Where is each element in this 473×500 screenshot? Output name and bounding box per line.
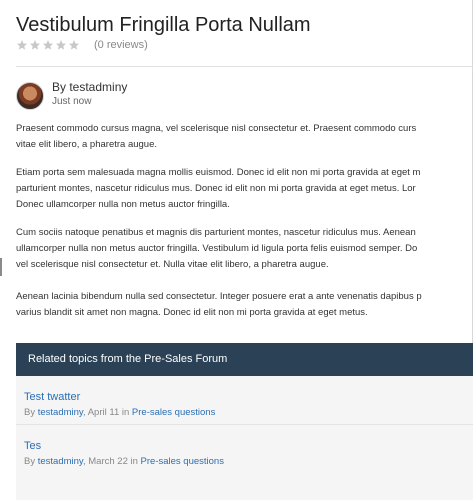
paragraph-line: Aenean lacinia bibendum nulla sed consec… — [16, 291, 422, 302]
scroll-indicator — [0, 258, 2, 276]
author-info: By testadminy Just now — [52, 80, 127, 108]
reviews-count[interactable]: (0 reviews) — [94, 39, 148, 51]
topic-by-label: By — [24, 407, 36, 418]
topic-date: , April 11 in — [82, 407, 130, 418]
topic-meta: By testadminy, March 22 in Pre-sales que… — [24, 453, 473, 471]
body-paragraph: Aenean lacinia bibendum nulla sed consec… — [16, 289, 473, 321]
paragraph-line: ullamcorper nulla non metus auctor fring… — [16, 243, 418, 254]
post-time: Just now — [52, 96, 92, 107]
paragraph-line: Praesent commodo cursus magna, vel scele… — [16, 123, 417, 134]
paragraph-line: Donec ullamcorper nulla non metus auctor… — [16, 199, 230, 210]
star-icon — [17, 40, 27, 50]
paragraph-line: vel scelerisque nisl consectetur et. Nul… — [16, 259, 329, 270]
page-title: Vestibulum Fringilla Porta Nullam — [16, 14, 311, 36]
rating-stars[interactable] — [16, 39, 80, 51]
paragraph-line: parturient montes, nascetur ridiculus mu… — [16, 183, 416, 194]
topic-title-link[interactable]: Test twatter — [24, 390, 473, 404]
paragraph-line: varius blandit sit amet non magna. Donec… — [16, 307, 368, 318]
body-paragraph: Cum sociis natoque penatibus et magnis d… — [16, 225, 473, 273]
author-block: By testadminy Just now — [16, 80, 127, 110]
paragraph-line: Etiam porta sem malesuada magna mollis e… — [16, 167, 421, 178]
topic-author-link[interactable]: testadminy — [38, 456, 83, 467]
topic-author-link[interactable]: testadminy — [38, 407, 83, 418]
avatar[interactable] — [16, 82, 44, 110]
topic-meta: By testadminy, April 11 in Pre-sales que… — [24, 404, 473, 422]
product-page: Vestibulum Fringilla Porta Nullam (0 rev… — [0, 0, 473, 500]
list-item: Test twatter By testadminy, April 11 in … — [16, 376, 473, 424]
header-divider — [16, 66, 473, 67]
body-paragraph: Praesent commodo cursus magna, vel scele… — [16, 121, 473, 153]
body-paragraph: Etiam porta sem malesuada magna mollis e… — [16, 165, 473, 213]
related-topics-heading: Related topics from the Pre-Sales Forum — [16, 343, 473, 376]
list-item: Tes By testadminy, March 22 in Pre-sales… — [16, 424, 473, 472]
topic-date: , March 22 in — [82, 456, 138, 467]
star-icon — [43, 40, 53, 50]
topic-category-link[interactable]: Pre-sales questions — [132, 407, 215, 418]
topic-title-link[interactable]: Tes — [24, 439, 473, 453]
paragraph-line: Cum sociis natoque penatibus et magnis d… — [16, 227, 416, 238]
star-icon — [56, 40, 66, 50]
rating-row: (0 reviews) — [16, 38, 148, 52]
related-topics-box: Related topics from the Pre-Sales Forum … — [16, 343, 473, 500]
topic-category-link[interactable]: Pre-sales questions — [141, 456, 224, 467]
topic-by-label: By — [24, 456, 36, 467]
star-icon — [30, 40, 40, 50]
star-icon — [69, 40, 79, 50]
author-name: By testadminy — [52, 80, 128, 94]
paragraph-line: vitae elit libero, a pharetra augue. — [16, 139, 158, 150]
